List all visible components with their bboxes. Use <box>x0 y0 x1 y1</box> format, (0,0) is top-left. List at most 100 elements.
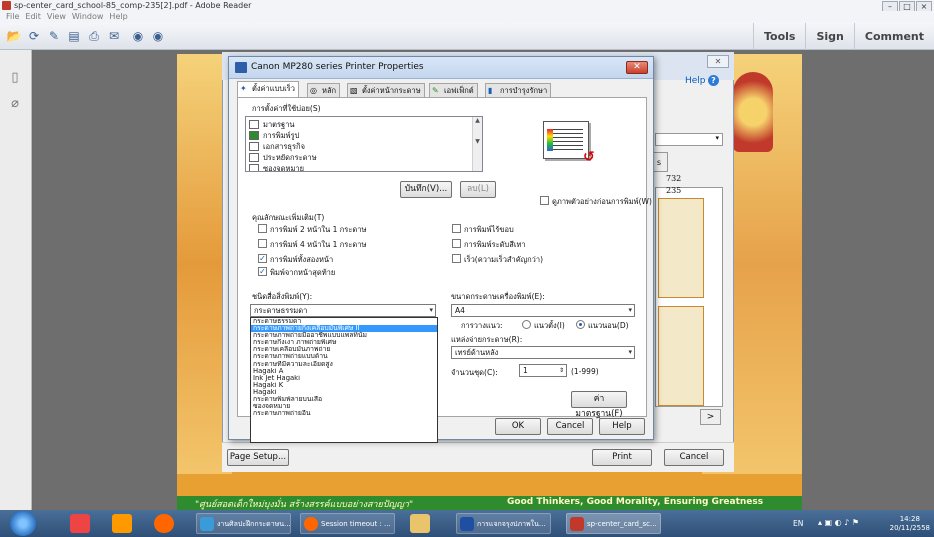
chrome-icon[interactable] <box>70 514 90 533</box>
list-item[interactable]: ประหยัดกระดาษ <box>249 152 317 163</box>
list-item[interactable]: กระดาษภาพถ่ายกึ่งเคลือบมันพิเศษ II <box>251 325 437 333</box>
media-player-icon[interactable] <box>112 514 132 533</box>
list-item[interactable]: การพิมพ์รูป <box>249 130 299 141</box>
folder-icon[interactable] <box>410 514 430 533</box>
list-item[interactable]: กระดาษธรรมดา <box>251 318 437 325</box>
ok-button[interactable]: OK <box>495 418 541 435</box>
sign-tab[interactable]: Sign <box>805 23 853 50</box>
print-cancel-button[interactable]: Cancel <box>664 449 724 466</box>
copies-stepper[interactable]: 1 ⇕ <box>519 364 567 377</box>
paper-size-select[interactable]: A4 ▾ <box>451 304 635 317</box>
menu-file[interactable]: File <box>6 11 19 23</box>
printer-properties-dialog: Canon MP280 series Printer Properties ✕ … <box>228 56 654 443</box>
firefox-icon[interactable] <box>154 514 174 533</box>
defaults-button[interactable]: ค่ามาตรฐาน(F) <box>571 391 627 419</box>
list-item[interactable]: Ink Jet Hagaki <box>251 375 437 382</box>
menu-view[interactable]: View <box>47 11 66 23</box>
list-item[interactable]: Hagaki <box>251 389 437 396</box>
feature-label: การพิมพ์ 4 หน้าใน 1 กระดาษ <box>270 240 367 249</box>
landscape-radio[interactable] <box>576 320 585 329</box>
paper-size-label: ขนาดกระดาษเครื่องพิมพ์(E): <box>451 292 545 301</box>
help-icon[interactable]: ? <box>708 75 719 86</box>
feature-checkbox-borderless[interactable] <box>452 224 461 233</box>
create-pdf-icon[interactable]: ⟳ <box>26 28 42 44</box>
delete-profile-button[interactable]: ลบ(L) <box>460 181 496 198</box>
school-emblem-icon <box>733 72 773 152</box>
feature-checkbox-duplex[interactable]: ✓ <box>258 254 267 263</box>
page-setup-button[interactable]: Page Setup... <box>227 449 289 466</box>
features-label: คุณลักษณะเพิ่มเติม(T) <box>252 213 325 222</box>
cancel-button[interactable]: Cancel <box>547 418 593 435</box>
printer-select[interactable]: ▾ <box>655 133 723 146</box>
list-item[interactable]: กระดาษภาพถ่ายมืออาชีพแบบแพลทินัม <box>251 332 437 339</box>
list-item[interactable]: กระดาษที่มีความละเอียดสูง <box>251 361 437 368</box>
system-clock[interactable]: 14:28 20/11/2558 <box>890 515 930 533</box>
list-item[interactable]: ซองจดหมาย <box>249 163 304 171</box>
media-type-dropdown-list[interactable]: กระดาษธรรมดา กระดาษภาพถ่ายกึ่งเคลือบมันพิ… <box>250 317 438 443</box>
save-icon[interactable]: ▤ <box>66 28 82 44</box>
next-page-button[interactable]: > <box>700 409 721 425</box>
help-button[interactable]: Help <box>599 418 645 435</box>
word-app-icon <box>460 517 474 531</box>
photo-icon <box>249 131 259 140</box>
taskbar-item-photos[interactable]: งานศิลปะฝึกกระดาษน... <box>196 513 291 534</box>
media-type-select[interactable]: กระดาษธรรมดา ▾ <box>250 304 436 317</box>
save-profile-button[interactable]: บันทึก(V)... <box>400 181 452 198</box>
taskbar-item-reader[interactable]: sp-center_card_sc... <box>566 513 661 534</box>
start-button[interactable] <box>10 511 36 536</box>
list-item[interactable]: เอกสารธุรกิจ <box>249 141 305 152</box>
feature-checkbox-grayscale[interactable] <box>452 239 461 248</box>
list-item[interactable]: Hagaki K <box>251 382 437 389</box>
printer-icon <box>235 62 247 73</box>
language-indicator[interactable]: EN <box>793 519 803 528</box>
comment-tab[interactable]: Comment <box>853 23 934 50</box>
edit-icon[interactable]: ✎ <box>46 28 62 44</box>
list-item[interactable]: กระดาษเคลือบมันภาพถ่าย <box>251 346 437 353</box>
profiles-scrollbar[interactable]: ▲ ▼ <box>472 117 482 171</box>
print-dialog-close-button[interactable]: ✕ <box>707 55 729 68</box>
print-help-link[interactable]: Help <box>685 76 706 86</box>
menu-help[interactable]: Help <box>109 11 127 23</box>
attachments-icon[interactable]: ⌀ <box>8 96 22 112</box>
menu-window[interactable]: Window <box>72 11 104 23</box>
tray-icons[interactable]: ▴ ▣ ◐ ♪ ⚑ <box>818 518 859 527</box>
tab-effects[interactable]: ✎ เอฟเฟ็กต์ <box>429 83 478 97</box>
list-item[interactable]: มาตรฐาน <box>249 119 295 130</box>
open-file-icon[interactable]: 📂 <box>6 28 22 44</box>
tools-tab[interactable]: Tools <box>753 23 805 50</box>
paper-saving-icon <box>249 153 259 162</box>
feature-checkbox-4on1[interactable] <box>258 239 267 248</box>
taskbar-item-browser[interactable]: Session timeout : ... <box>300 513 395 534</box>
menu-edit[interactable]: Edit <box>25 11 41 23</box>
slogan-english: Good Thinkers, Good Morality, Ensuring G… <box>507 497 764 507</box>
list-item[interactable]: กระดาษภาพถ่ายอื่น <box>251 410 437 417</box>
print-button[interactable]: Print <box>592 449 652 466</box>
properties-close-button[interactable]: ✕ <box>626 61 648 74</box>
tab-maintenance[interactable]: ▮ การบำรุงรักษา <box>485 83 552 97</box>
tab-quick-setup[interactable]: ✦ ตั้งค่าแบบเร็ว <box>237 81 299 97</box>
list-item[interactable]: Hagaki A <box>251 368 437 375</box>
feature-checkbox-2on1[interactable] <box>258 224 267 233</box>
list-item[interactable]: กระดาษกึ่งเงา ภาพถ่ายพิเศษ <box>251 339 437 346</box>
tab-main[interactable]: ◎ หลัก <box>307 83 341 97</box>
list-item[interactable]: ซองจดหมาย <box>251 403 437 410</box>
next-page-icon[interactable]: ◉ <box>150 28 166 44</box>
slogan-thai: "ศูนย์สอดเด็กใหม่บุงมั่น สร้างสรรค์แบบอย… <box>195 500 414 510</box>
feature-checkbox-fast[interactable] <box>452 254 461 263</box>
portrait-radio[interactable] <box>522 320 531 329</box>
list-item[interactable]: กระดาษพิมพ์ลายบนเสื้อ <box>251 396 437 403</box>
email-icon[interactable]: ✉ <box>106 28 122 44</box>
taskbar-item-word[interactable]: การแจกจรุงปภาพใน... <box>456 513 551 534</box>
preview-thumbnail-2 <box>658 306 704 406</box>
paper-preview-image: ↺ <box>543 121 603 171</box>
tab-page-setup[interactable]: ▧ ตั้งค่าหน้ากระดาษ <box>347 83 425 97</box>
preview-size-1: 732 <box>666 174 682 183</box>
print-icon[interactable]: ⎙ <box>86 28 102 44</box>
paper-source-select[interactable]: เทรย์ด้านหลัง ▾ <box>451 346 635 359</box>
always-preview-checkbox[interactable] <box>540 196 549 205</box>
profiles-list[interactable]: มาตรฐาน การพิมพ์รูป เอกสารธุรกิจ ประหยัด… <box>245 116 483 172</box>
prev-page-icon[interactable]: ◉ <box>130 28 146 44</box>
feature-checkbox-reverse[interactable]: ✓ <box>258 267 267 276</box>
list-item[interactable]: กระดาษภาพถ่ายแบบด้าน <box>251 353 437 360</box>
page-thumbnails-icon[interactable]: ▯ <box>8 70 22 86</box>
